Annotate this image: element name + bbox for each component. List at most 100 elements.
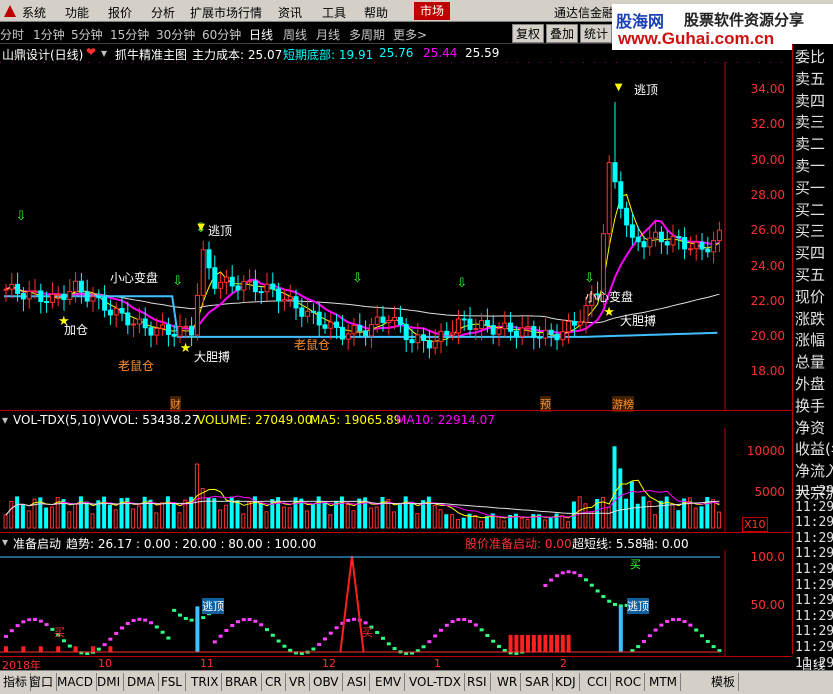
period-multi[interactable]: 多周期 — [349, 26, 385, 43]
menu-help[interactable]: 帮助 — [364, 4, 388, 21]
volume-bar — [421, 500, 426, 529]
y-tick-32: 32.00 — [750, 117, 785, 131]
tab-模板[interactable]: 模板 — [708, 673, 740, 691]
ready-bar — [526, 634, 530, 652]
trend-mark — [241, 618, 246, 622]
tab-fsl[interactable]: FSL — [158, 673, 186, 691]
volume-bar — [618, 468, 623, 529]
trade-time: 11:29 — [795, 499, 833, 515]
quote-item: 总量 — [795, 353, 826, 372]
tab-dmi[interactable]: DMI — [94, 673, 125, 691]
tab-vol-tdx[interactable]: VOL-TDX — [406, 673, 465, 691]
candle-body — [183, 325, 189, 328]
volume-chart[interactable] — [0, 428, 792, 532]
quote-item: 买五 — [795, 266, 826, 284]
overlay-button[interactable]: 叠加 — [546, 24, 578, 43]
gear-icon[interactable]: ▾ — [101, 46, 107, 60]
volume-bar — [90, 513, 95, 529]
period-1min[interactable]: 1分钟 — [33, 26, 65, 43]
menu-function[interactable]: 功能 — [65, 4, 89, 21]
indicator-chart[interactable] — [0, 550, 792, 656]
trend-mark — [647, 634, 652, 638]
volume-bar — [281, 506, 286, 529]
ind-tick-100: 100.0 — [750, 550, 785, 564]
y-tick-20: 20.00 — [750, 329, 785, 343]
trend-mark — [439, 628, 443, 632]
period-daily[interactable]: 日线 — [249, 26, 273, 43]
ind-menu-icon[interactable]: ▾ — [2, 535, 8, 549]
tab-wr[interactable]: WR — [494, 673, 522, 691]
date-12: 12 — [322, 657, 336, 670]
candle-body — [20, 292, 26, 300]
period-more[interactable]: 更多> — [393, 26, 427, 43]
tab-rsi[interactable]: RSI — [464, 673, 491, 691]
y-tick-30: 30.00 — [750, 153, 785, 167]
vol-name[interactable]: VOL-TDX(5,10) — [13, 413, 101, 427]
triangle-down-icon: ▼ — [197, 222, 205, 233]
candle-body — [154, 327, 160, 336]
trend-mark — [427, 640, 432, 644]
volume-bar — [716, 511, 721, 529]
tab-kdj[interactable]: KDJ — [552, 673, 580, 691]
menu-quote[interactable]: 报价 — [108, 4, 132, 21]
candle-body — [200, 249, 206, 296]
quote-item: 净资 — [795, 418, 826, 437]
trend-mark — [468, 619, 472, 623]
period-monthly[interactable]: 月线 — [316, 26, 340, 43]
tab-obv[interactable]: OBV — [310, 673, 343, 691]
vol-menu-icon[interactable]: ▾ — [2, 413, 8, 427]
menu-market[interactable]: 市场 — [414, 2, 451, 20]
period-30min[interactable]: 30分钟 — [156, 26, 195, 43]
trend-mark — [259, 623, 264, 627]
trend-mark — [178, 613, 182, 617]
broker-name: 通达信金融 — [554, 6, 615, 20]
stats-button[interactable]: 统计 — [580, 24, 612, 43]
volume-bar — [96, 500, 101, 529]
period-5min[interactable]: 5分钟 — [71, 26, 103, 43]
tab-asi[interactable]: ASI — [344, 673, 371, 691]
menu-tools[interactable]: 工具 — [322, 4, 346, 21]
trend-mark — [9, 629, 14, 633]
main-indicator-name[interactable]: 抓牛精准主图 — [115, 46, 187, 63]
tab-mtm[interactable]: MTM — [646, 673, 682, 691]
quote-item: 买一 — [795, 178, 826, 197]
menu-ext-market[interactable]: 扩展市场行情 — [190, 4, 262, 21]
period-weekly[interactable]: 周线 — [283, 26, 307, 43]
tab-macd[interactable]: MACD — [54, 673, 97, 691]
volume-bar — [479, 520, 484, 529]
menu-system[interactable]: 系统 — [22, 4, 46, 21]
arrow-down-icon[interactable]: ❤ — [86, 45, 96, 59]
tab-窗口[interactable]: 窗口 — [26, 673, 58, 691]
tab-emv[interactable]: EMV — [372, 673, 406, 691]
tab-cci[interactable]: CCI — [584, 673, 612, 691]
trend-mark — [636, 645, 641, 649]
trend-mark — [566, 570, 571, 574]
trend-mark — [386, 642, 391, 646]
period-tick[interactable]: 分时 — [0, 26, 24, 43]
ready-bar — [555, 634, 559, 652]
trend-mark — [659, 623, 664, 627]
menu-analysis[interactable]: 分析 — [151, 4, 175, 21]
tab-vr[interactable]: VR — [286, 673, 310, 691]
candle-body — [368, 324, 374, 337]
candle-body — [119, 308, 125, 314]
trend-mark — [671, 618, 675, 622]
tab-sar[interactable]: SAR — [522, 673, 554, 691]
trend-mark — [166, 636, 171, 640]
candle-body — [432, 340, 438, 349]
add-position-label: 加仓 — [64, 323, 89, 337]
menu-news[interactable]: 资讯 — [278, 4, 302, 21]
adjust-button[interactable]: 复权 — [512, 24, 544, 43]
volume-bar — [612, 446, 617, 529]
tab-dma[interactable]: DMA — [124, 673, 159, 691]
tab-roc[interactable]: ROC — [612, 673, 646, 691]
tab-trix[interactable]: TRIX — [188, 673, 223, 691]
period-15min[interactable]: 15分钟 — [110, 26, 149, 43]
tab-brar[interactable]: BRAR — [222, 673, 262, 691]
candle-body — [658, 231, 664, 243]
trend-mark — [154, 625, 159, 629]
period-60min[interactable]: 60分钟 — [202, 26, 241, 43]
candle-body — [444, 330, 450, 336]
candle-body — [102, 296, 108, 311]
tab-cr[interactable]: CR — [262, 673, 286, 691]
